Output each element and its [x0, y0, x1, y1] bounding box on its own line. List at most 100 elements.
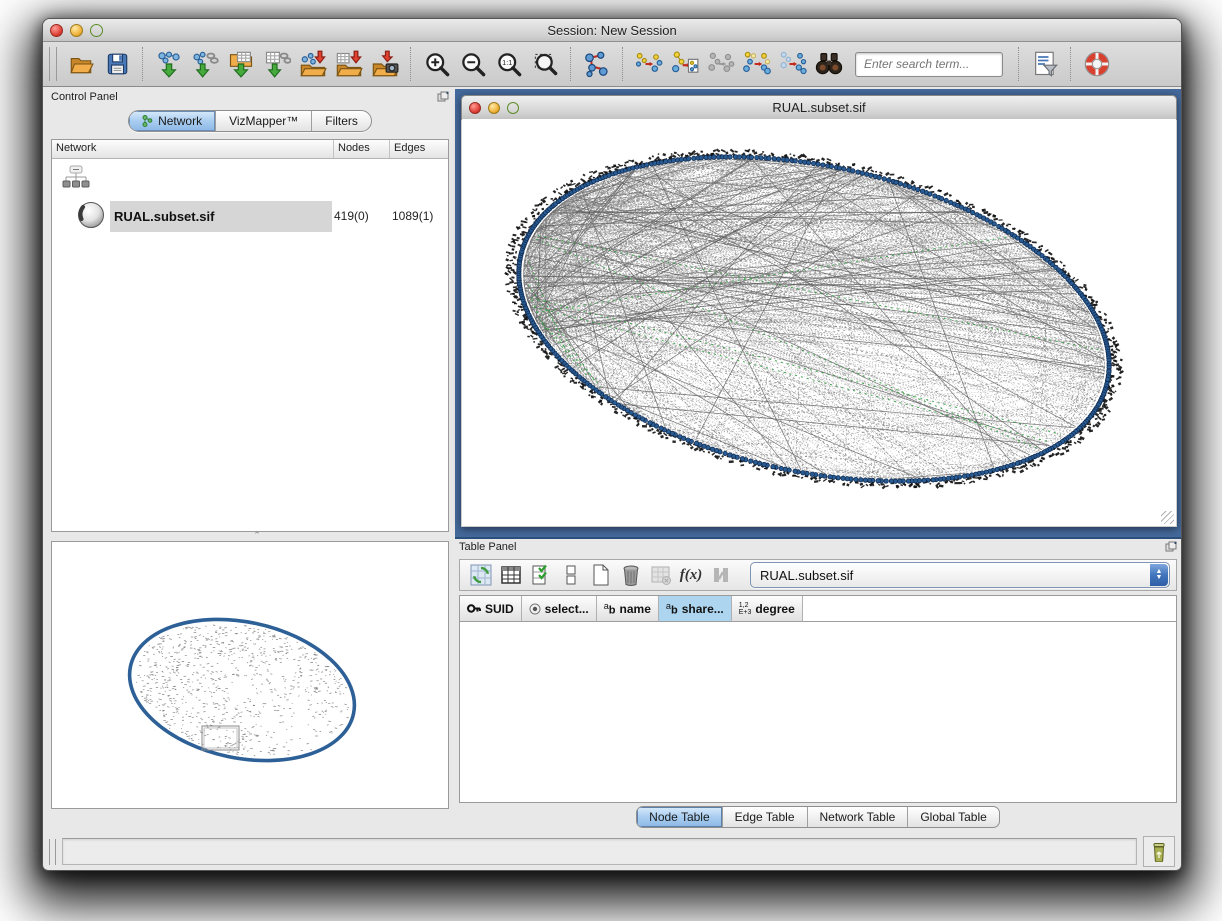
new-document-icon [590, 564, 612, 586]
table-selector[interactable]: RUAL.subset.sif ▲▼ [750, 562, 1170, 588]
histogram-button[interactable] [706, 561, 736, 589]
new-network-all-nodes-button[interactable] [775, 45, 811, 83]
import-table-url-button[interactable] [259, 45, 295, 83]
title-bar[interactable]: Session: New Session [43, 19, 1181, 42]
column-name[interactable]: ab name [597, 596, 659, 622]
clone-network-button[interactable] [667, 45, 703, 83]
column-suid-label: SUID [485, 602, 514, 616]
table-tabs: Node Table Edge Table Network Table Glob… [455, 805, 1181, 829]
delete-table-icon [650, 564, 672, 586]
deselect-rows-button[interactable] [556, 561, 586, 589]
open-session-button[interactable] [63, 45, 99, 83]
float-table-panel-icon[interactable] [1165, 541, 1177, 555]
save-icon [104, 51, 130, 77]
import-table-file-button[interactable] [223, 45, 259, 83]
new-network-selected-nodes-button[interactable] [739, 45, 775, 83]
network-view-window[interactable]: RUAL.subset.sif [461, 95, 1177, 527]
tab-edge-table[interactable]: Edge Table [723, 807, 808, 827]
column-network[interactable]: Network [52, 140, 334, 158]
network-row[interactable]: RUAL.subset.sif 419(0) 1089(1) [52, 198, 448, 234]
apply-layout-button[interactable] [579, 45, 615, 83]
zoom-out-button[interactable] [455, 45, 491, 83]
import-network-file-icon [155, 50, 183, 78]
advanced-filter-icon [1031, 50, 1059, 78]
attribute-table: SUID select... ab name ab share... [459, 595, 1177, 803]
trash-icon [620, 564, 642, 586]
status-grip[interactable] [49, 839, 56, 865]
network-window-titlebar[interactable]: RUAL.subset.sif [461, 95, 1177, 120]
fx-icon: f(x) [680, 567, 703, 584]
column-nodes[interactable]: Nodes [334, 140, 390, 158]
network-graph[interactable] [462, 119, 1176, 526]
save-session-button[interactable] [99, 45, 135, 83]
network-canvas[interactable] [462, 119, 1176, 526]
tab-network[interactable]: Network [129, 111, 216, 131]
memory-gc-button[interactable] [1143, 836, 1175, 867]
radio-icon [529, 603, 541, 615]
tab-global-table[interactable]: Global Table [908, 807, 999, 827]
tab-network-label: Network [158, 114, 202, 128]
column-shared-name-label: share... [682, 602, 724, 616]
network-row-name[interactable]: RUAL.subset.sif [110, 201, 332, 232]
network-list-header: Network Nodes Edges [52, 140, 448, 159]
function-builder-button[interactable]: f(x) [676, 561, 706, 589]
string-type-icon: ab [604, 601, 616, 617]
delete-table-button[interactable] [646, 561, 676, 589]
status-bar [43, 833, 1181, 870]
select-all-check-icon [530, 564, 552, 586]
column-shared-name[interactable]: ab share... [659, 596, 732, 622]
column-degree-label: degree [755, 602, 794, 616]
control-panel-tabs: Network VizMapper™ Filters [47, 107, 453, 135]
help-button[interactable] [1079, 45, 1115, 83]
column-selected[interactable]: select... [522, 596, 597, 622]
select-columns-button[interactable] [496, 561, 526, 589]
column-grid-icon [500, 564, 522, 586]
tab-node-table[interactable]: Node Table [637, 807, 723, 827]
zoom-fit-button[interactable]: 1:1 [491, 45, 527, 83]
refresh-table-button[interactable] [466, 561, 496, 589]
header-filler [803, 596, 1176, 622]
column-edges[interactable]: Edges [390, 140, 448, 158]
float-panel-icon[interactable] [437, 91, 449, 105]
zoom-in-icon [424, 51, 451, 78]
select-all-rows-button[interactable] [526, 561, 556, 589]
advanced-filter-button[interactable] [1027, 45, 1063, 83]
birdseye-network-canvas[interactable] [52, 542, 448, 806]
toolbar-grip[interactable] [49, 47, 57, 81]
network-tab-icon [142, 115, 153, 127]
svg-text:1:1: 1:1 [502, 58, 512, 67]
column-suid[interactable]: SUID [460, 596, 522, 622]
tab-vizmapper[interactable]: VizMapper™ [216, 111, 312, 131]
search-input[interactable] [855, 52, 1003, 77]
import-table-url-icon [263, 50, 291, 78]
export-image-button[interactable] [367, 45, 403, 83]
delete-column-button[interactable] [616, 561, 646, 589]
zoom-in-button[interactable] [419, 45, 455, 83]
search-button[interactable] [811, 45, 847, 83]
attribute-table-header: SUID select... ab name ab share... [460, 596, 1176, 622]
column-name-label: name [620, 602, 651, 616]
zoom-selected-button[interactable] [527, 45, 563, 83]
import-network-url-button[interactable] [187, 45, 223, 83]
status-message-field [62, 838, 1137, 865]
new-column-button[interactable] [586, 561, 616, 589]
clone-network-icon [671, 50, 699, 78]
column-selected-label: select... [545, 602, 589, 616]
table-selector-value: RUAL.subset.sif [751, 568, 853, 583]
tab-filters[interactable]: Filters [312, 111, 371, 131]
resize-grip[interactable] [1161, 511, 1174, 524]
import-network-file-button[interactable] [151, 45, 187, 83]
export-network-icon [299, 50, 327, 78]
export-network-button[interactable] [295, 45, 331, 83]
toolbar-separator [1018, 47, 1020, 81]
tree-collapse-icon [62, 165, 92, 191]
tab-network-table[interactable]: Network Table [808, 807, 909, 827]
destroy-network-button[interactable] [703, 45, 739, 83]
splitter-handle[interactable]: ⌃ [250, 533, 264, 539]
new-network-from-selection-button[interactable] [631, 45, 667, 83]
tree-collapse-toggle[interactable] [62, 165, 448, 196]
combo-stepper-icon: ▲▼ [1150, 564, 1168, 586]
column-degree[interactable]: 1,2E+3 degree [732, 596, 803, 622]
export-table-button[interactable] [331, 45, 367, 83]
birdseye-view[interactable] [51, 541, 449, 809]
